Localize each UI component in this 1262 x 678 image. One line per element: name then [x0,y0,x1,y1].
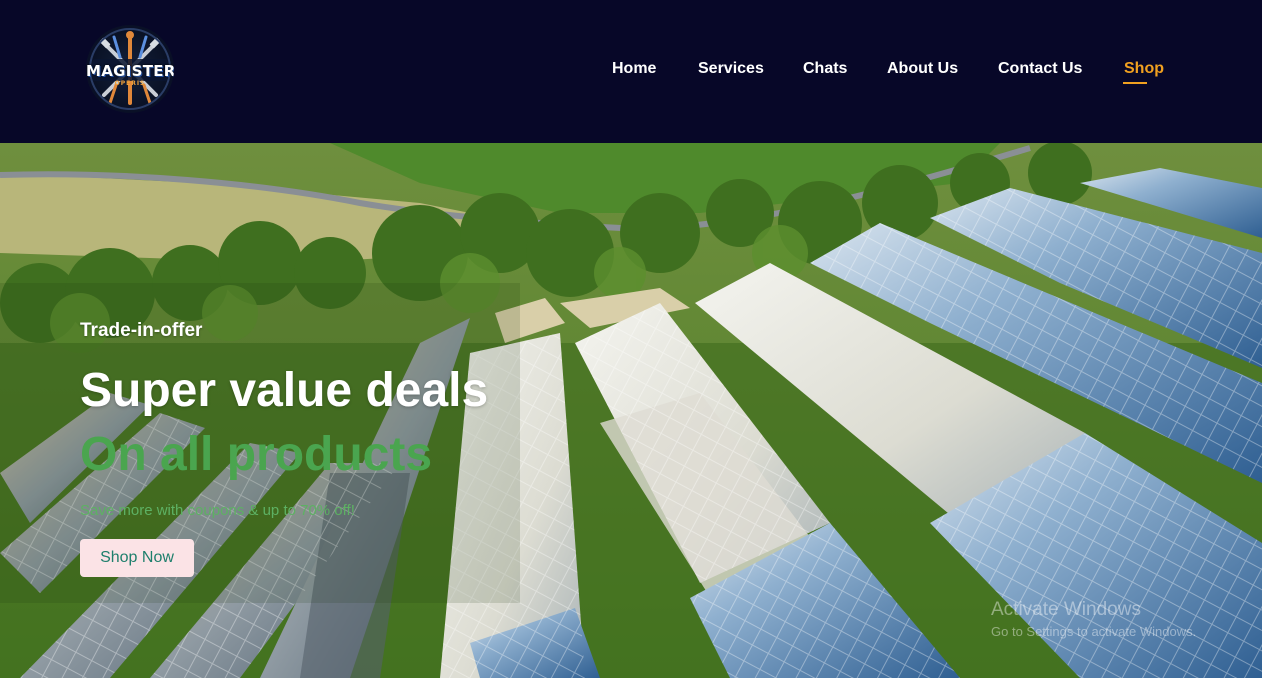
hero-headline: Super value deals [80,364,489,417]
nav-about-us[interactable]: About Us [887,60,958,78]
nav-home[interactable]: Home [612,60,656,78]
hero-description: Save more with coupons & up to 70% off! [80,502,355,519]
nav-shop[interactable]: Shop [1124,60,1164,78]
nav-contact-us[interactable]: Contact Us [998,60,1082,78]
site-header: MAGISTER OPERIS Home Services Chats Abou… [0,0,1262,143]
main-nav: Home Services Chats About Us Contact Us … [0,60,1262,82]
hero-subheadline: On all products [80,428,433,481]
shop-now-button[interactable]: Shop Now [80,539,194,577]
hero-kicker: Trade-in-offer [80,320,203,341]
nav-services[interactable]: Services [698,60,764,78]
nav-chats[interactable]: Chats [803,60,847,78]
hero-banner: Trade-in-offer Super value deals On all … [0,143,1262,678]
active-nav-underline [1123,82,1147,84]
